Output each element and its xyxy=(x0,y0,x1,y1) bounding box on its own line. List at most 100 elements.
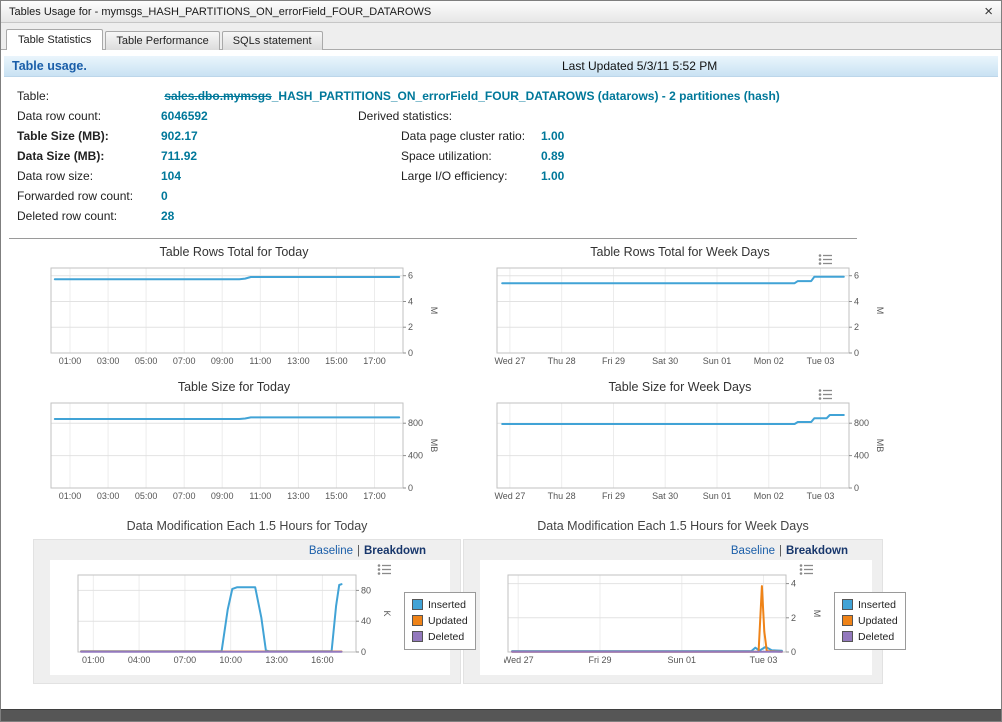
table-statistics-panel: Table: sales.dbo.mymsgs_HASH_PARTITIONS_… xyxy=(1,77,1001,226)
rows-week-chart: 0246MWed 27Thu 28Fri 29Sat 30Sun 01Mon 0… xyxy=(493,263,903,372)
table-name-value: sales.dbo.mymsgs_HASH_PARTITIONS_ON_erro… xyxy=(164,89,779,103)
close-icon[interactable]: × xyxy=(984,4,993,19)
svg-text:Wed 27: Wed 27 xyxy=(494,356,525,366)
series-legend: Inserted Updated Deleted xyxy=(834,592,906,650)
chart-menu-icon[interactable] xyxy=(818,253,833,271)
stats-left-column: Data row count:6046592 Table Size (MB):9… xyxy=(17,106,358,226)
stat-row: Space utilization:0.89 xyxy=(358,146,564,166)
svg-text:Sat 30: Sat 30 xyxy=(652,491,678,501)
svg-text:Thu 28: Thu 28 xyxy=(548,356,576,366)
svg-text:MB: MB xyxy=(875,439,885,453)
stat-row: Data row count:6046592 xyxy=(17,106,358,126)
svg-text:17:00: 17:00 xyxy=(363,491,386,501)
svg-text:03:00: 03:00 xyxy=(97,356,120,366)
view-links: Baseline | Breakdown xyxy=(480,542,872,560)
svg-text:800: 800 xyxy=(408,418,423,428)
tab-table-performance[interactable]: Table Performance xyxy=(105,31,219,50)
links-separator: | xyxy=(779,545,782,557)
updated-swatch xyxy=(842,615,853,626)
rows-today-chart: 0246M01:0003:0005:0007:0009:0011:0013:00… xyxy=(47,263,457,372)
svg-text:07:00: 07:00 xyxy=(173,356,196,366)
inserted-swatch xyxy=(842,599,853,610)
size-week-cell: Table Size for Week Days 0400800MBWed 27… xyxy=(457,378,903,507)
svg-text:0: 0 xyxy=(361,647,366,657)
legend-item-inserted: Inserted xyxy=(842,597,898,613)
svg-text:40: 40 xyxy=(361,616,371,626)
chart-title: Table Size for Today xyxy=(11,380,457,398)
series-legend: Inserted Updated Deleted xyxy=(404,592,476,650)
stat-row: Large I/O efficiency:1.00 xyxy=(358,166,564,186)
breakdown-link[interactable]: Breakdown xyxy=(786,545,848,557)
table-name-row: Table: sales.dbo.mymsgs_HASH_PARTITIONS_… xyxy=(17,86,1001,106)
svg-text:03:00: 03:00 xyxy=(97,491,120,501)
chart-menu-icon[interactable] xyxy=(377,563,392,581)
svg-text:Fri 29: Fri 29 xyxy=(602,356,625,366)
svg-text:0: 0 xyxy=(408,348,413,358)
legend-item-inserted: Inserted xyxy=(412,597,468,613)
mod-today-chart-area: 04080K01:0004:0007:0010:0013:0016:00 Ins… xyxy=(50,560,450,675)
mod-today-box: Baseline|Breakdown 04080K01:0004:0007:00… xyxy=(33,539,461,684)
space-utilization-value: 0.89 xyxy=(541,149,564,163)
links-separator: | xyxy=(357,545,360,557)
svg-text:04:00: 04:00 xyxy=(128,655,151,665)
mod-week-chart: 024MWed 27Fri 29Sun 01Tue 03 xyxy=(504,570,822,671)
svg-text:400: 400 xyxy=(408,451,423,461)
last-updated-text: Last Updated 5/3/11 5:52 PM xyxy=(562,59,717,73)
data-row-count-value: 6046592 xyxy=(161,109,208,123)
chart-title: Table Size for Week Days xyxy=(457,380,903,398)
baseline-link[interactable]: Baseline xyxy=(309,545,353,557)
legend-item-deleted: Deleted xyxy=(842,629,898,645)
svg-text:Sat 30: Sat 30 xyxy=(652,356,678,366)
section-title: Table usage. xyxy=(4,59,87,73)
stat-row: Deleted row count:28 xyxy=(17,206,358,226)
svg-text:2: 2 xyxy=(854,322,859,332)
svg-text:4: 4 xyxy=(791,579,796,589)
svg-text:13:00: 13:00 xyxy=(287,491,310,501)
svg-text:07:00: 07:00 xyxy=(174,655,197,665)
svg-text:0: 0 xyxy=(854,348,859,358)
stat-row: Data Size (MB):711.92 xyxy=(17,146,358,166)
svg-text:17:00: 17:00 xyxy=(363,356,386,366)
rows-today-cell: Table Rows Total for Today 0246M01:0003:… xyxy=(11,243,457,372)
svg-text:01:00: 01:00 xyxy=(82,655,105,665)
size-today-cell: Table Size for Today 0400800MB01:0003:00… xyxy=(11,378,457,507)
svg-text:0: 0 xyxy=(854,483,859,493)
svg-text:800: 800 xyxy=(854,418,869,428)
chart-menu-icon[interactable] xyxy=(799,563,814,581)
table-name-redacted: sales.dbo.mymsgs xyxy=(164,89,271,103)
tab-sqls-statement[interactable]: SQLs statement xyxy=(222,31,323,50)
svg-text:Tue 03: Tue 03 xyxy=(807,356,835,366)
breakdown-link[interactable]: Breakdown xyxy=(364,545,426,557)
svg-text:Wed 27: Wed 27 xyxy=(494,491,525,501)
svg-text:M: M xyxy=(812,610,822,618)
legend-item-updated: Updated xyxy=(412,613,468,629)
svg-text:Fri 29: Fri 29 xyxy=(588,655,611,665)
mod-week-panel: Data Modification Each 1.5 Hours for Wee… xyxy=(463,519,883,684)
svg-text:80: 80 xyxy=(361,585,371,595)
svg-text:07:00: 07:00 xyxy=(173,491,196,501)
mod-today-panel: Data Modification Each 1.5 Hours for Tod… xyxy=(33,519,461,684)
view-links: Baseline | Breakdown xyxy=(50,542,450,560)
data-modification-section: Data Modification Each 1.5 Hours for Tod… xyxy=(1,519,1001,684)
tab-bar: Table Statistics Table Performance SQLs … xyxy=(1,23,1001,50)
stat-row: Data page cluster ratio:1.00 xyxy=(358,126,564,146)
data-row-size-value: 104 xyxy=(161,169,181,183)
charts-grid: Table Rows Total for Today 0246M01:0003:… xyxy=(1,243,1001,507)
tab-table-statistics[interactable]: Table Statistics xyxy=(6,29,103,50)
stat-row: Forwarded row count:0 xyxy=(17,186,358,206)
svg-text:13:00: 13:00 xyxy=(265,655,288,665)
svg-text:16:00: 16:00 xyxy=(311,655,334,665)
table-label: Table: xyxy=(17,86,161,106)
tables-usage-window: Tables Usage for - mymsgs_HASH_PARTITION… xyxy=(0,0,1002,722)
svg-text:10:00: 10:00 xyxy=(219,655,242,665)
rows-week-cell: Table Rows Total for Week Days 0246MWed … xyxy=(457,243,903,372)
derived-statistics-column: Derived statistics: Data page cluster ra… xyxy=(358,106,564,226)
svg-text:Tue 03: Tue 03 xyxy=(750,655,778,665)
stat-row: Data row size:104 xyxy=(17,166,358,186)
window-title: Tables Usage for - mymsgs_HASH_PARTITION… xyxy=(9,6,431,18)
baseline-link[interactable]: Baseline xyxy=(731,545,775,557)
mod-week-chart-area: 024MWed 27Fri 29Sun 01Tue 03 Inserted Up… xyxy=(480,560,872,675)
svg-text:11:00: 11:00 xyxy=(249,356,271,366)
svg-text:6: 6 xyxy=(854,271,859,281)
chart-menu-icon[interactable] xyxy=(818,388,833,406)
